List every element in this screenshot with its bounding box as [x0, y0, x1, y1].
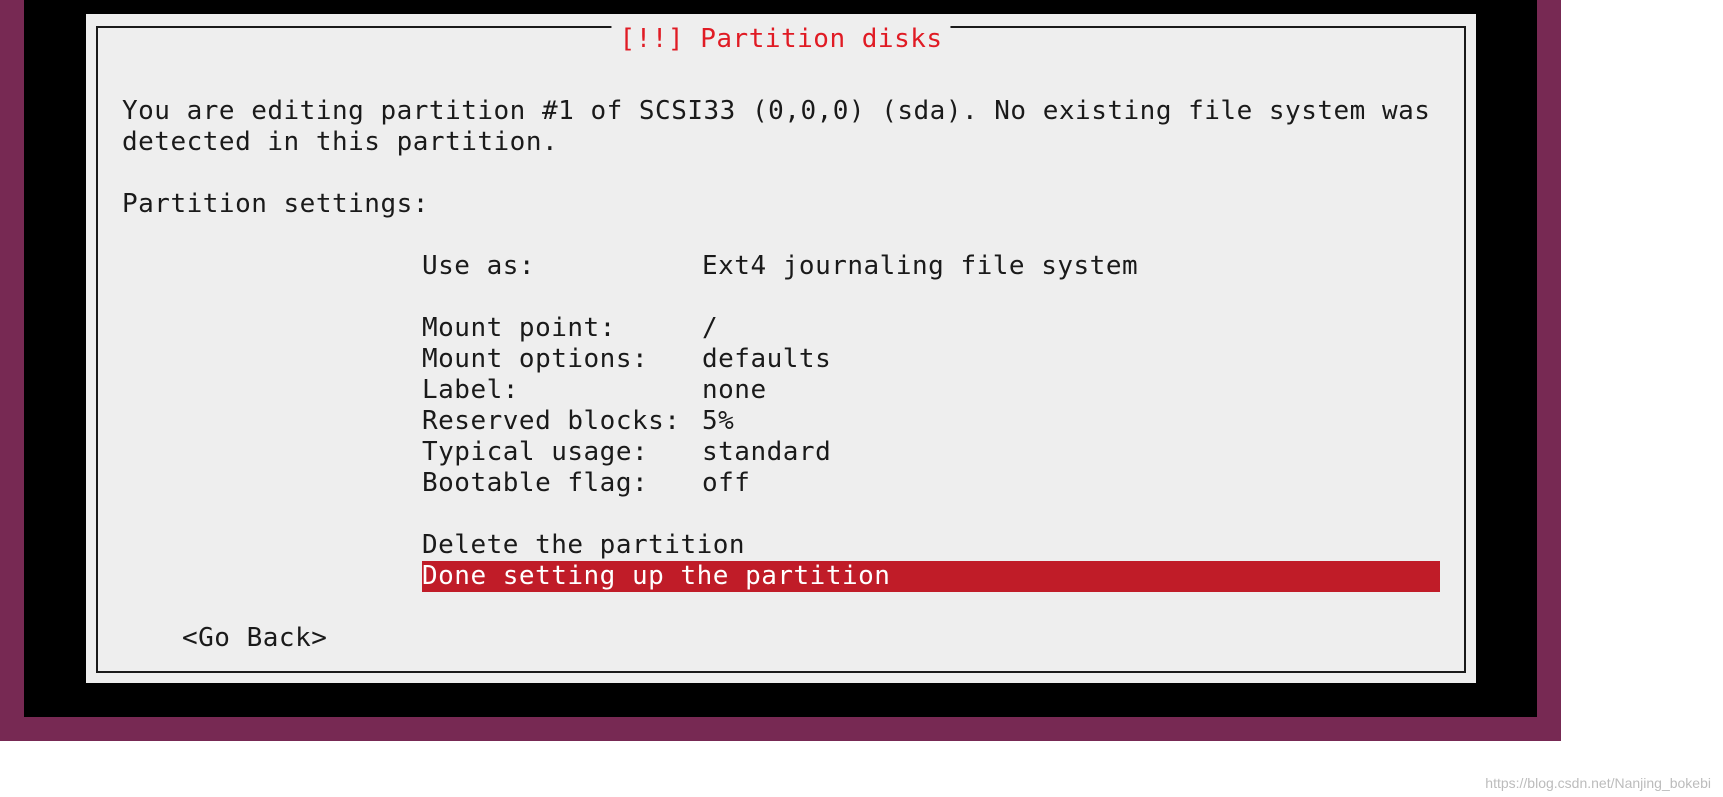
setting-value: Ext4 journaling file system: [702, 251, 1138, 282]
setting-mount-point[interactable]: Mount point: /: [422, 313, 1440, 344]
setting-value: /: [702, 313, 718, 344]
go-back-button[interactable]: <Go Back>: [182, 623, 1440, 654]
spacer: [422, 499, 1440, 530]
setting-use-as[interactable]: Use as: Ext4 journaling file system: [422, 251, 1440, 282]
setting-label: Mount options:: [422, 344, 702, 375]
setting-label: Mount point:: [422, 313, 702, 344]
setting-typical-usage[interactable]: Typical usage: standard: [422, 437, 1440, 468]
dialog-content: You are editing partition #1 of SCSI33 (…: [122, 96, 1440, 651]
setting-reserved-blocks[interactable]: Reserved blocks: 5%: [422, 406, 1440, 437]
action-done-setting-up[interactable]: Done setting up the partition: [422, 561, 1440, 592]
setting-mount-options[interactable]: Mount options: defaults: [422, 344, 1440, 375]
setting-fs-label[interactable]: Label: none: [422, 375, 1440, 406]
dialog-title: [!!] Partition disks: [611, 26, 950, 52]
setting-value: defaults: [702, 344, 831, 375]
settings-block: Use as: Ext4 journaling file system Moun…: [422, 251, 1440, 592]
spacer: [422, 282, 1440, 313]
settings-label: Partition settings:: [122, 189, 1440, 220]
action-label: Done setting up the partition: [422, 561, 1002, 592]
installer-background: [!!] Partition disks You are editing par…: [0, 0, 1561, 741]
watermark-text: https://blog.csdn.net/Nanjing_bokebi: [1485, 775, 1711, 791]
setting-label: Use as:: [422, 251, 702, 282]
dialog-border: [!!] Partition disks You are editing par…: [96, 26, 1466, 673]
setting-label: Reserved blocks:: [422, 406, 702, 437]
setting-value: none: [702, 375, 767, 406]
partition-dialog: [!!] Partition disks You are editing par…: [86, 14, 1476, 683]
action-label: Delete the partition: [422, 530, 745, 561]
dialog-title-wrap: [!!] Partition disks: [611, 26, 950, 52]
setting-label: Bootable flag:: [422, 468, 702, 499]
setting-value: standard: [702, 437, 831, 468]
setting-label: Label:: [422, 375, 702, 406]
setting-bootable-flag[interactable]: Bootable flag: off: [422, 468, 1440, 499]
action-delete-partition[interactable]: Delete the partition: [422, 530, 1440, 561]
setting-value: 5%: [702, 406, 734, 437]
setting-label: Typical usage:: [422, 437, 702, 468]
intro-text: You are editing partition #1 of SCSI33 (…: [122, 96, 1440, 158]
setting-value: off: [702, 468, 750, 499]
